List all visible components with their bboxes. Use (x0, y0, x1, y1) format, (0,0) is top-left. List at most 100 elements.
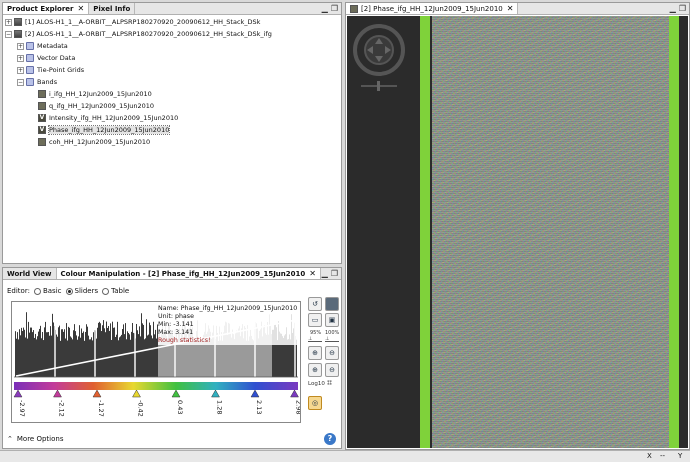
restore-icon[interactable]: ❐ (331, 269, 338, 278)
tree-item[interactable]: − [2] ALOS-H1_1__A-ORBIT__ALPSRP180270920… (5, 29, 272, 39)
expand-icon[interactable]: + (17, 42, 24, 50)
tree-item[interactable]: + Vector Data (17, 53, 75, 63)
phase-image (432, 16, 672, 448)
import-icon[interactable] (325, 297, 339, 311)
editor-basic-radio[interactable] (33, 287, 41, 295)
save-icon[interactable]: ▣ (325, 313, 339, 327)
tree-item[interactable]: q_ifg_HH_12Jun2009_15Jun2010 (29, 101, 154, 111)
slider-value-label[interactable]: 2.98 (295, 400, 303, 414)
slider-value-label[interactable]: 2.13 (255, 400, 263, 414)
histogram-bar (88, 335, 89, 377)
reset-icon[interactable]: ↺ (308, 297, 322, 311)
image-canvas[interactable] (347, 16, 688, 448)
histogram-bar (113, 327, 114, 377)
histogram-bar (187, 340, 188, 377)
tree-item[interactable]: + Tie-Point Grids (17, 65, 84, 75)
slider-handle[interactable] (290, 389, 299, 398)
histogram-bar (144, 339, 145, 377)
minimize-icon[interactable]: ▁ (322, 4, 328, 13)
histogram-bar (120, 336, 121, 377)
product-icon (14, 30, 22, 38)
histogram-bar (28, 321, 29, 377)
tree-item[interactable]: + [1] ALOS-H1_1__A-ORBIT__ALPSRP180270920… (5, 17, 260, 27)
histogram-bar (43, 340, 44, 377)
histogram-bar (199, 339, 200, 377)
histogram-bar (64, 329, 65, 377)
tree-item[interactable]: − Bands (17, 77, 57, 87)
image-view-tabbar: [2] Phase_ifg_HH_12Jun2009_15Jun2010 ✕ ▁… (346, 3, 689, 15)
slider-handle[interactable] (53, 389, 62, 398)
more-options-icon[interactable]: ◎ (308, 396, 322, 410)
histogram-bar (152, 338, 153, 377)
restore-icon[interactable]: ❐ (331, 4, 338, 13)
virtual-band-icon: V (38, 126, 46, 134)
range-slider-icon[interactable]: ⊥ (325, 336, 339, 342)
restore-icon[interactable]: ❐ (679, 4, 686, 13)
export-icon[interactable]: ▭ (308, 313, 322, 327)
histogram-bar (56, 334, 57, 377)
close-icon[interactable]: ✕ (78, 4, 85, 13)
band-icon (38, 90, 46, 98)
chevron-double-icon: ⌃ (7, 435, 13, 443)
minimize-icon[interactable]: ▁ (670, 4, 676, 13)
range-slider-icon[interactable]: ⊥ (308, 336, 322, 342)
expand-icon[interactable]: + (5, 18, 12, 26)
distribute-icon[interactable]: ⁑⁑ (327, 381, 332, 387)
minimize-icon[interactable]: ▁ (322, 269, 328, 278)
zoom-handle[interactable] (377, 81, 380, 91)
close-icon[interactable]: ✕ (309, 269, 316, 278)
slider-markers: -2.97 -2.12 -1.27 -0.42 0.43 1.28 2.13 2.98 (13, 389, 303, 417)
histogram-bar (40, 325, 41, 377)
histogram-bar (34, 337, 35, 377)
histogram-bar (117, 321, 118, 377)
slider-handle[interactable] (171, 389, 181, 398)
tab-pixel-info[interactable]: Pixel Info (89, 3, 136, 14)
histogram-bar (129, 334, 130, 377)
histogram-bar (49, 335, 50, 377)
close-icon[interactable]: ✕ (507, 4, 514, 13)
slider-value-label[interactable]: -0.42 (137, 400, 145, 417)
histogram-bar (151, 335, 152, 377)
slider-handle[interactable] (13, 389, 23, 398)
histogram-bar (277, 340, 278, 377)
histogram-bar (65, 338, 66, 377)
help-icon[interactable]: ? (324, 433, 336, 445)
log10-button[interactable]: Log10 (308, 381, 325, 387)
histogram-bar (133, 332, 134, 377)
tab-colour-manipulation[interactable]: Colour Manipulation - [2] Phase_ifg_HH_1… (56, 268, 321, 279)
expand-icon[interactable]: + (17, 66, 24, 74)
slider-handle[interactable] (211, 389, 220, 398)
green-edge-left (420, 16, 430, 448)
histogram-bar (218, 340, 219, 377)
slider-handle[interactable] (250, 389, 260, 398)
collapse-icon[interactable]: − (5, 30, 12, 38)
tree-item[interactable]: V Phase_ifg_HH_12Jun2009_15Jun2010 (29, 125, 171, 135)
zoom-in-vertical-icon[interactable]: ⊕ (308, 346, 322, 360)
tree-item[interactable]: i_ifg_HH_12Jun2009_15Jun2010 (29, 89, 152, 99)
slider-handle[interactable] (132, 389, 141, 398)
slider-value-label[interactable]: 1.28 (216, 400, 224, 414)
collapse-icon[interactable]: − (17, 78, 24, 86)
slider-value-label[interactable]: 0.43 (176, 400, 184, 414)
slider-value-label[interactable]: -1.27 (97, 400, 105, 417)
tree-item[interactable]: V Intensity_ifg_HH_12Jun2009_15Jun2010 (29, 113, 178, 123)
histogram-bar (51, 335, 52, 377)
zoom-out-horizontal-icon[interactable]: ⊖ (325, 363, 339, 377)
slider-value-label[interactable]: -2.97 (18, 400, 26, 417)
slider-handle[interactable] (92, 389, 102, 398)
tree-item[interactable]: coh_HH_12Jun2009_15Jun2010 (29, 137, 150, 147)
histogram-area[interactable]: -2.97 -2.12 -1.27 -0.42 0.43 1.28 2.13 2.98 Nam… (11, 301, 303, 423)
histogram-bar (83, 331, 84, 377)
editor-table-radio[interactable] (102, 287, 110, 295)
tree-item[interactable]: + Metadata (17, 41, 68, 51)
zoom-out-vertical-icon[interactable]: ⊖ (325, 346, 339, 360)
more-options[interactable]: ⌃ More Options (7, 435, 63, 443)
editor-sliders-radio[interactable] (65, 287, 73, 295)
expand-icon[interactable]: + (17, 54, 24, 62)
zoom-in-horizontal-icon[interactable]: ⊕ (308, 363, 322, 377)
tab-product-explorer[interactable]: Product Explorer ✕ (3, 3, 90, 14)
navigation-control[interactable] (349, 22, 419, 102)
tab-phase-image[interactable]: [2] Phase_ifg_HH_12Jun2009_15Jun2010 ✕ (346, 3, 519, 14)
tab-world-view[interactable]: World View (3, 268, 57, 279)
slider-value-label[interactable]: -2.12 (58, 400, 66, 417)
